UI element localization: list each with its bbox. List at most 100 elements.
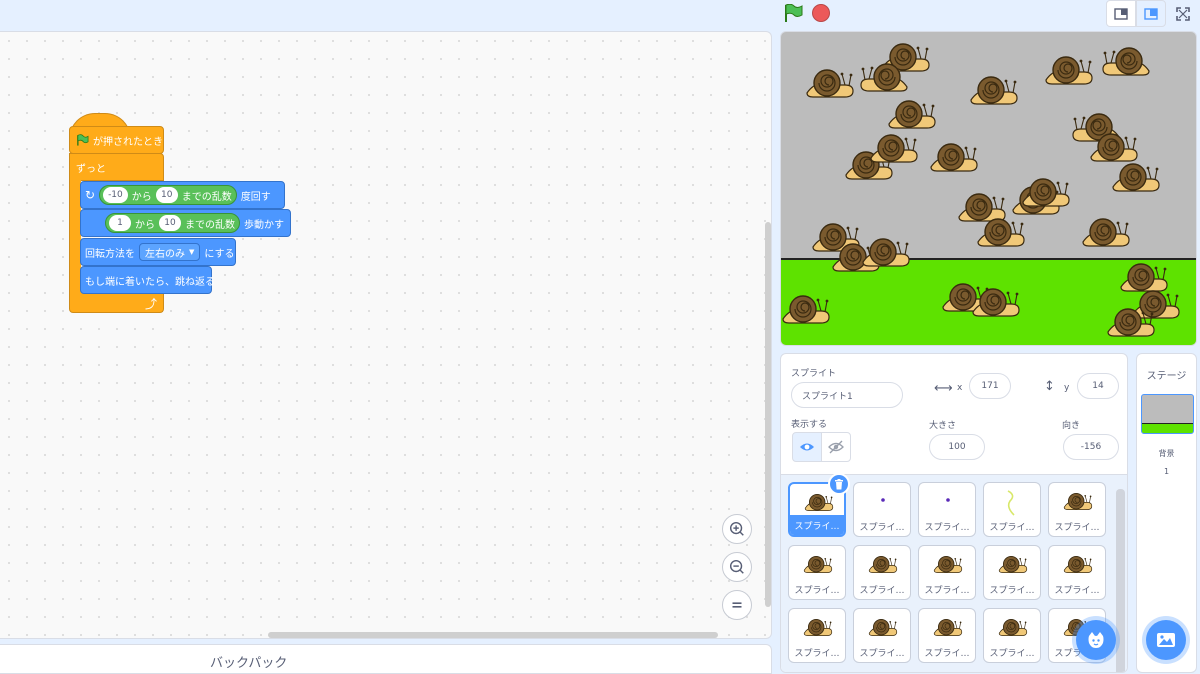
fullscreen-icon <box>1176 6 1190 21</box>
turn-block[interactable]: ↻ -10 から 10 までの乱数 度回す <box>80 181 285 209</box>
size-input[interactable]: 100 <box>929 434 985 460</box>
sprite-thumbnail[interactable]: スプライ… <box>788 608 846 663</box>
snail-sprite[interactable] <box>958 193 1006 222</box>
sprite-thumbnail[interactable]: スプライ… <box>983 482 1041 537</box>
sprite-list-scrollbar[interactable] <box>1116 489 1125 672</box>
snail-sprite[interactable] <box>862 238 910 267</box>
zoom-out-button[interactable] <box>722 552 752 582</box>
snail-icon <box>998 555 1028 573</box>
snail-icon <box>804 493 834 511</box>
turn-suffix: 度回す <box>240 191 271 203</box>
zoom-out-icon <box>729 559 744 574</box>
sprite-thumbnail-label: スプライ… <box>924 522 970 533</box>
sprite-thumbnail-label: スプライ… <box>924 648 970 659</box>
forever-label: ずっと <box>76 163 106 175</box>
snail-icon <box>933 555 963 573</box>
hide-sprite-button[interactable] <box>821 432 851 462</box>
sprite-thumbnail[interactable]: スプライ… <box>853 545 911 600</box>
snail-sprite[interactable] <box>1045 56 1093 85</box>
fullscreen-button[interactable] <box>1168 0 1198 27</box>
backdrop-label: 背景 <box>1158 449 1175 458</box>
move-block[interactable]: 1 から 10 までの乱数 歩動かす <box>80 209 291 237</box>
normal-stage-button[interactable] <box>1136 0 1166 27</box>
random-operator[interactable]: -10 から 10 までの乱数 <box>99 185 237 205</box>
show-label: 表示する <box>791 420 828 430</box>
snail-icon <box>868 618 898 636</box>
snail-sprite[interactable] <box>870 134 918 163</box>
snail-sprite[interactable] <box>888 100 936 129</box>
sprite-label: スプライト <box>791 369 837 379</box>
snail-icon <box>998 618 1028 636</box>
sprite-thumbnail[interactable]: スプライ… <box>853 608 911 663</box>
delete-sprite-button[interactable] <box>828 473 850 495</box>
stage-thumbnail[interactable] <box>1141 394 1194 434</box>
sprite-thumbnail[interactable]: スプライ… <box>918 545 976 600</box>
snail-sprite[interactable] <box>930 143 978 172</box>
random-from-label: から <box>131 191 152 203</box>
horizontal-scrollbar[interactable] <box>268 632 718 638</box>
sprite-thumbnail-label: スプライ… <box>989 522 1035 533</box>
direction-label: 向き <box>1062 421 1081 431</box>
random-min-input[interactable]: 1 <box>109 215 131 231</box>
dot-icon <box>946 498 950 502</box>
choose-backdrop-button[interactable] <box>1146 620 1186 660</box>
green-flag-icon[interactable] <box>783 4 803 22</box>
when-flag-clicked-block[interactable]: が押されたとき <box>69 126 164 154</box>
direction-input[interactable]: -156 <box>1063 434 1119 460</box>
snail-sprite[interactable] <box>1102 47 1150 76</box>
random-label: までの乱数 <box>185 219 235 231</box>
snail-sprite[interactable] <box>1132 290 1180 319</box>
random-operator[interactable]: 1 から 10 までの乱数 <box>105 213 240 233</box>
backpack-label: バックパック <box>210 656 288 671</box>
bounce-on-edge-block[interactable]: もし端に着いたら、跳ね返る <box>80 266 215 294</box>
show-sprite-button[interactable] <box>792 432 822 462</box>
sprite-name-input[interactable]: スプライト1 <box>791 382 903 408</box>
sprite-thumbnail[interactable]: スプライ… <box>918 608 976 663</box>
stage-sprites <box>782 43 1180 337</box>
sprite-thumbnail[interactable]: スプライ… <box>1048 545 1106 600</box>
random-min-input[interactable]: -10 <box>103 187 128 203</box>
forever-block[interactable]: ずっと <box>69 153 164 181</box>
trash-icon <box>835 478 843 489</box>
loop-arrow-icon: ⤴ <box>144 297 157 311</box>
y-label: y <box>1064 383 1070 393</box>
sprite-thumbnail[interactable]: スプライ… <box>853 482 911 537</box>
y-input[interactable]: 14 <box>1077 373 1119 399</box>
sprite-thumbnail-label: スプライ… <box>924 585 970 596</box>
snail-sprite[interactable] <box>782 295 830 324</box>
backpack-panel[interactable]: バックパック <box>0 644 772 674</box>
random-max-input[interactable]: 10 <box>155 187 178 203</box>
snail-icon <box>1063 555 1093 573</box>
stop-icon[interactable] <box>812 4 830 22</box>
zoom-in-button[interactable] <box>722 514 752 544</box>
zoom-reset-button[interactable] <box>722 590 752 620</box>
sprite-thumbnail[interactable]: スプライ… <box>983 608 1041 663</box>
random-from-label: から <box>135 219 155 231</box>
sprite-thumbnail[interactable]: スプライ… <box>1048 482 1106 537</box>
x-input[interactable]: 171 <box>969 373 1011 399</box>
stage-canvas[interactable] <box>780 31 1197 346</box>
sprite-thumbnail[interactable]: スプライ… <box>983 545 1041 600</box>
normal-stage-icon <box>1144 7 1158 20</box>
snail-sprite[interactable] <box>970 76 1018 105</box>
snail-sprite[interactable] <box>1120 263 1168 292</box>
sprite-thumbnail-label: スプライ… <box>794 648 840 659</box>
rotation-style-dropdown[interactable]: 左右のみ ▼ <box>139 243 201 261</box>
zoom-reset-icon <box>732 602 742 608</box>
snail-sprite[interactable] <box>1082 218 1130 247</box>
random-max-input[interactable]: 10 <box>159 215 181 231</box>
vertical-scrollbar[interactable] <box>765 222 771 607</box>
snail-sprite[interactable] <box>806 69 854 98</box>
sprite-thumbnail[interactable]: スプライ… <box>918 482 976 537</box>
sprite-list: スプライ… スプライ… スプライ… スプライ… スプライ… スプライ… スプライ… スプライ…… <box>781 474 1127 672</box>
snail-icon <box>803 555 833 573</box>
snail-sprite[interactable] <box>977 218 1025 247</box>
sprite-thumbnail-label: スプライ… <box>989 585 1035 596</box>
random-label: までの乱数 <box>181 191 232 203</box>
snail-sprite[interactable] <box>1022 178 1070 207</box>
set-rotation-style-block[interactable]: 回転方法を 左右のみ ▼ にする <box>80 238 236 266</box>
choose-sprite-button[interactable] <box>1076 620 1116 660</box>
small-stage-button[interactable] <box>1106 0 1136 27</box>
snail-sprite[interactable] <box>1112 163 1160 192</box>
sprite-thumbnail[interactable]: スプライ… <box>788 545 846 600</box>
